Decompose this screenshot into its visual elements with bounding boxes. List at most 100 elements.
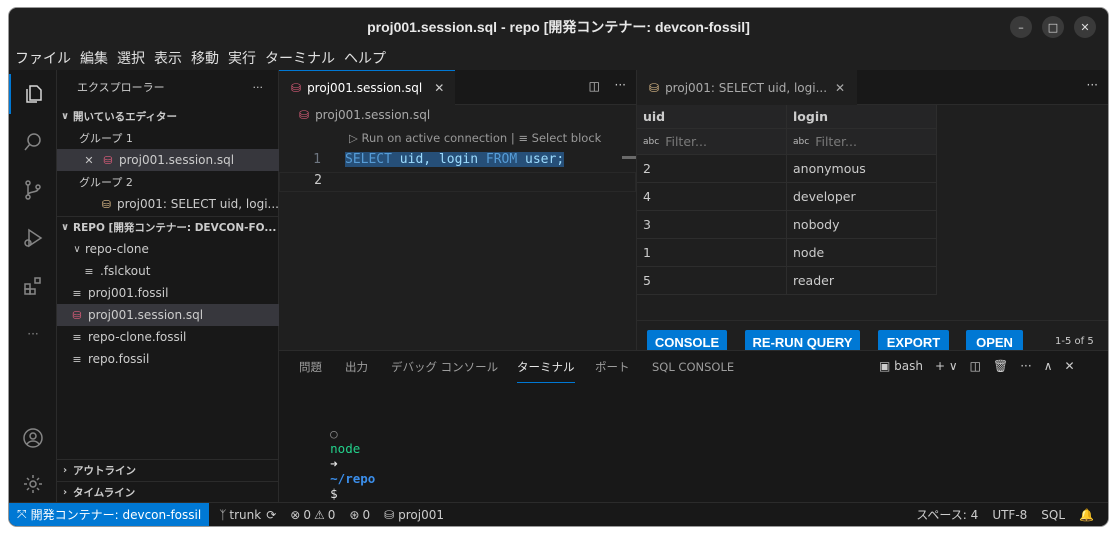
breadcrumb[interactable]: ⛁ proj001.session.sql xyxy=(299,108,430,122)
activity-bar: ··· xyxy=(9,70,57,502)
outline-section-header[interactable]: › アウトライン xyxy=(57,459,279,481)
filter-row: abc Filter... abc Filter... xyxy=(637,129,937,155)
tree-item-repo-fossil[interactable]: ≡ repo.fossil xyxy=(57,348,279,370)
login-filter[interactable]: abc Filter... xyxy=(787,129,937,154)
tab-terminal[interactable]: ターミナル xyxy=(517,351,575,383)
run-icon: ▷ xyxy=(349,131,358,145)
menu-file[interactable]: ファイル xyxy=(15,48,71,68)
explorer-icon[interactable] xyxy=(9,74,57,114)
close-window-button[interactable]: ✕ xyxy=(1074,16,1096,38)
tree-item-repo-clone-fossil[interactable]: ≡ repo-clone.fossil xyxy=(57,326,279,348)
database-file-icon: ⛁ xyxy=(72,308,82,322)
tab-ports[interactable]: ポート xyxy=(595,351,630,383)
timeline-section-header[interactable]: › タイムライン xyxy=(57,481,279,503)
encoding-indicator[interactable]: UTF-8 xyxy=(992,508,1027,522)
results-more-icon[interactable]: ··· xyxy=(1087,78,1098,92)
tab-session-sql[interactable]: ⛁ proj001.session.sql ✕ xyxy=(279,70,455,105)
run-debug-icon[interactable] xyxy=(9,218,57,258)
tree-item-proj001-fossil[interactable]: ≡ proj001.fossil xyxy=(57,282,279,304)
code-line-1[interactable]: 1 SELECT uid, login FROM user; xyxy=(279,152,636,172)
group-2-label: グループ 2 xyxy=(79,176,133,189)
explorer-sidebar: エクスプローラー ··· ∨ 開いているエディター グループ 1 ✕ ⛁ pro… xyxy=(57,70,279,502)
text-filter-icon: abc xyxy=(793,136,810,147)
window-title: proj001.session.sql - repo [開発コンテナー: dev… xyxy=(367,19,750,35)
indentation-indicator[interactable]: スペース: 4 xyxy=(916,506,978,523)
manage-gear-icon[interactable] xyxy=(9,464,57,504)
new-terminal-icon[interactable]: + ∨ xyxy=(935,359,958,373)
notifications-bell-icon[interactable]: 🔔 xyxy=(1079,508,1094,522)
menu-go[interactable]: 移動 xyxy=(191,48,219,68)
maximize-button[interactable]: □ xyxy=(1042,16,1064,38)
codelens-run-active[interactable]: Run on active connection xyxy=(362,131,508,145)
chevron-down-icon: ∨ xyxy=(60,110,70,122)
remote-indicator[interactable]: ⤧ 開発コンテナー: devcon-fossil xyxy=(9,502,210,526)
codelens-select-block[interactable]: Select block xyxy=(532,131,602,145)
warning-icon: ⚠ xyxy=(313,507,325,522)
tab-problems[interactable]: 問題 xyxy=(299,351,322,383)
results-tabs: ⛁ proj001: SELECT uid, logi... ✕ ··· xyxy=(637,70,1108,105)
open-editor-session-sql[interactable]: ✕ ⛁ proj001.session.sql xyxy=(57,149,279,171)
minimize-button[interactable]: – xyxy=(1010,16,1032,38)
open-editors-header[interactable]: ∨ 開いているエディター xyxy=(57,105,279,127)
search-icon[interactable] xyxy=(9,122,57,162)
accounts-icon[interactable] xyxy=(9,418,57,458)
editor-group: ⛁ proj001.session.sql ✕ ◫ ··· ⛁ proj001.… xyxy=(279,70,636,350)
tab-sql-console[interactable]: SQL CONSOLE xyxy=(652,351,734,383)
close-icon[interactable]: ✕ xyxy=(81,154,97,167)
chevron-down-icon: ∨ xyxy=(60,222,70,233)
tree-item-session-sql[interactable]: ⛁ proj001.session.sql xyxy=(57,304,279,326)
tab-output[interactable]: 出力 xyxy=(345,351,368,383)
close-tab-icon[interactable]: ✕ xyxy=(434,81,444,95)
menu-terminal[interactable]: ターミナル xyxy=(265,48,335,68)
menu-view[interactable]: 表示 xyxy=(154,48,182,68)
repo-section-header[interactable]: ∨ REPO [開発コンテナー: DEVCON-FO... xyxy=(57,216,279,238)
terminal-actions: ▣ bash + ∨ ◫ 🗑 ··· ∧ ✕ xyxy=(879,359,1075,373)
connection-indicator[interactable]: ⛁ proj001 xyxy=(384,508,444,522)
problems-indicator[interactable]: ⊗ 0 ⚠ 0 xyxy=(290,508,335,522)
terminal-icon: ▣ xyxy=(879,359,891,373)
split-editor-icon[interactable]: ◫ xyxy=(589,79,600,93)
maximize-panel-icon[interactable]: ∧ xyxy=(1044,359,1053,373)
row-count: 1-5 of 5 xyxy=(1055,336,1094,347)
menu-selection[interactable]: 選択 xyxy=(117,48,145,68)
tab-debug-console[interactable]: デバッグ コンソール xyxy=(391,351,498,383)
table-row[interactable]: 2 anonymous xyxy=(637,155,937,183)
ports-indicator[interactable]: ⊛ 0 xyxy=(349,508,370,522)
close-panel-icon[interactable]: ✕ xyxy=(1064,359,1074,373)
branch-indicator[interactable]: ᛉ trunk ⟳ xyxy=(219,508,276,522)
code-line-2[interactable]: 2 xyxy=(279,172,636,192)
split-terminal-icon[interactable]: ◫ xyxy=(970,359,981,373)
scrollbar-marker xyxy=(622,156,636,159)
table-row[interactable]: 3 nobody xyxy=(637,211,937,239)
table-row[interactable]: 1 node xyxy=(637,239,937,267)
uid-filter[interactable]: abc Filter... xyxy=(637,129,787,154)
panel-more-icon[interactable]: ··· xyxy=(1020,359,1031,373)
explorer-more-icon[interactable]: ··· xyxy=(253,81,264,94)
database-file-icon: ⛁ xyxy=(103,153,113,167)
editor-more-icon[interactable]: ··· xyxy=(615,78,626,92)
prompt-circle-icon: ○ xyxy=(330,426,338,441)
explorer-title: エクスプローラー ··· xyxy=(77,80,264,95)
more-icon[interactable]: ··· xyxy=(9,314,57,354)
menu-run[interactable]: 実行 xyxy=(228,48,256,68)
vscode-window: proj001.session.sql - repo [開発コンテナー: dev… xyxy=(9,8,1108,526)
table-row[interactable]: 4 developer xyxy=(637,183,937,211)
extensions-icon[interactable] xyxy=(9,266,57,306)
open-editor-results[interactable]: ⛁ proj001: SELECT uid, logi... xyxy=(57,193,279,215)
table-row[interactable]: 5 reader xyxy=(637,267,937,295)
tab-results[interactable]: ⛁ proj001: SELECT uid, logi... ✕ xyxy=(637,70,857,105)
column-header-uid[interactable]: uid xyxy=(637,105,787,128)
group-1-label: グループ 1 xyxy=(79,132,133,145)
column-header-login[interactable]: login xyxy=(787,105,937,128)
tree-item-fslckout[interactable]: ≡ .fslckout xyxy=(57,260,279,282)
menu-edit[interactable]: 編集 xyxy=(80,48,108,68)
language-indicator[interactable]: SQL xyxy=(1041,508,1065,522)
code-selection: SELECT uid, login FROM user; xyxy=(345,152,565,167)
menu-help[interactable]: ヘルプ xyxy=(344,48,386,68)
status-bar: ⤧ 開発コンテナー: devcon-fossil ᛉ trunk ⟳ ⊗ 0 ⚠… xyxy=(9,502,1108,526)
source-control-icon[interactable] xyxy=(9,170,57,210)
close-tab-icon[interactable]: ✕ xyxy=(835,81,845,95)
tree-item-repo-clone[interactable]: ∨ repo-clone xyxy=(57,238,279,260)
terminal-shell-selector[interactable]: ▣ bash xyxy=(879,359,923,373)
trash-icon[interactable]: 🗑 xyxy=(993,359,1008,373)
